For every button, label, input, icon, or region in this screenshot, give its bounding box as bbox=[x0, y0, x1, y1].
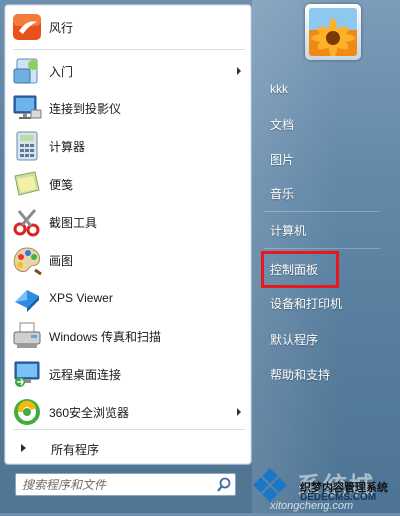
remote-desktop-icon bbox=[11, 358, 43, 390]
program-label: 截图工具 bbox=[49, 215, 98, 230]
all-programs-button[interactable]: 所有程序 bbox=[9, 435, 245, 461]
music-link[interactable]: 音乐 bbox=[262, 178, 382, 208]
program-item-paint[interactable]: 画图 bbox=[9, 242, 245, 278]
calculator-icon bbox=[11, 130, 43, 162]
fengxing-icon bbox=[11, 11, 43, 43]
search-icon[interactable] bbox=[216, 476, 232, 493]
program-label: 360安全浏览器 bbox=[49, 405, 130, 420]
projector-icon bbox=[11, 92, 43, 124]
triangle-right-icon bbox=[21, 444, 26, 452]
submenu-arrow-icon bbox=[237, 67, 241, 75]
divider bbox=[13, 429, 245, 430]
program-label: 连接到投影仪 bbox=[49, 101, 122, 116]
program-label: Windows 传真和扫描 bbox=[49, 329, 162, 344]
pictures-link[interactable]: 图片 bbox=[262, 144, 382, 174]
program-item-sticky-notes[interactable]: 便笺 bbox=[9, 166, 245, 202]
program-label: 便笺 bbox=[49, 177, 74, 192]
program-item-xps-viewer[interactable]: XPS Viewer bbox=[9, 280, 245, 316]
program-item-calculator[interactable]: 计算器 bbox=[9, 128, 245, 164]
program-label: 画图 bbox=[49, 253, 74, 268]
documents-link[interactable]: 文档 bbox=[262, 109, 382, 139]
help-support-link[interactable]: 帮助和支持 bbox=[262, 359, 382, 389]
program-item-fax-scan[interactable]: Windows 传真和扫描 bbox=[9, 318, 245, 354]
search-input[interactable] bbox=[22, 476, 212, 493]
user-avatar[interactable] bbox=[305, 4, 361, 60]
program-label: 远程桌面连接 bbox=[49, 367, 122, 382]
fax-scanner-icon bbox=[11, 320, 43, 352]
program-item-snipping-tool[interactable]: 截图工具 bbox=[9, 204, 245, 240]
computer-link[interactable]: 计算机 bbox=[262, 215, 382, 245]
divider bbox=[13, 49, 245, 50]
program-label: 计算器 bbox=[49, 139, 86, 154]
all-programs-label: 所有程序 bbox=[51, 443, 100, 457]
flower-avatar-icon bbox=[309, 8, 357, 56]
scissors-icon bbox=[11, 206, 43, 238]
programs-panel: 风行 入门 连接到投影仪 计算器 便笺 截图工具 画图 XPS Viewer W… bbox=[4, 4, 252, 465]
divider bbox=[264, 248, 380, 249]
program-item-fengxing[interactable]: 风行 bbox=[9, 9, 245, 45]
default-programs-link[interactable]: 默认程序 bbox=[262, 324, 382, 354]
paint-palette-icon bbox=[11, 244, 43, 276]
submenu-arrow-icon bbox=[237, 408, 241, 416]
program-label: 入门 bbox=[49, 64, 74, 79]
xps-viewer-icon bbox=[11, 282, 43, 314]
360-browser-icon bbox=[11, 396, 43, 428]
program-item-projector[interactable]: 连接到投影仪 bbox=[9, 90, 245, 126]
user-name-link[interactable]: kkk bbox=[262, 74, 382, 104]
search-box[interactable] bbox=[15, 473, 236, 496]
highlight-box bbox=[261, 251, 339, 288]
getting-started-icon bbox=[11, 55, 43, 87]
divider bbox=[264, 211, 380, 212]
program-label: XPS Viewer bbox=[49, 291, 113, 305]
devices-printers-link[interactable]: 设备和打印机 bbox=[262, 288, 382, 318]
program-item-getting-started[interactable]: 入门 bbox=[9, 53, 245, 89]
program-item-360-browser[interactable]: 360安全浏览器 bbox=[9, 394, 245, 430]
program-label: 风行 bbox=[49, 20, 74, 35]
watermark-line3: xitongcheng.com bbox=[270, 500, 354, 512]
sticky-notes-icon bbox=[11, 168, 43, 200]
program-item-remote-desktop[interactable]: 远程桌面连接 bbox=[9, 356, 245, 392]
